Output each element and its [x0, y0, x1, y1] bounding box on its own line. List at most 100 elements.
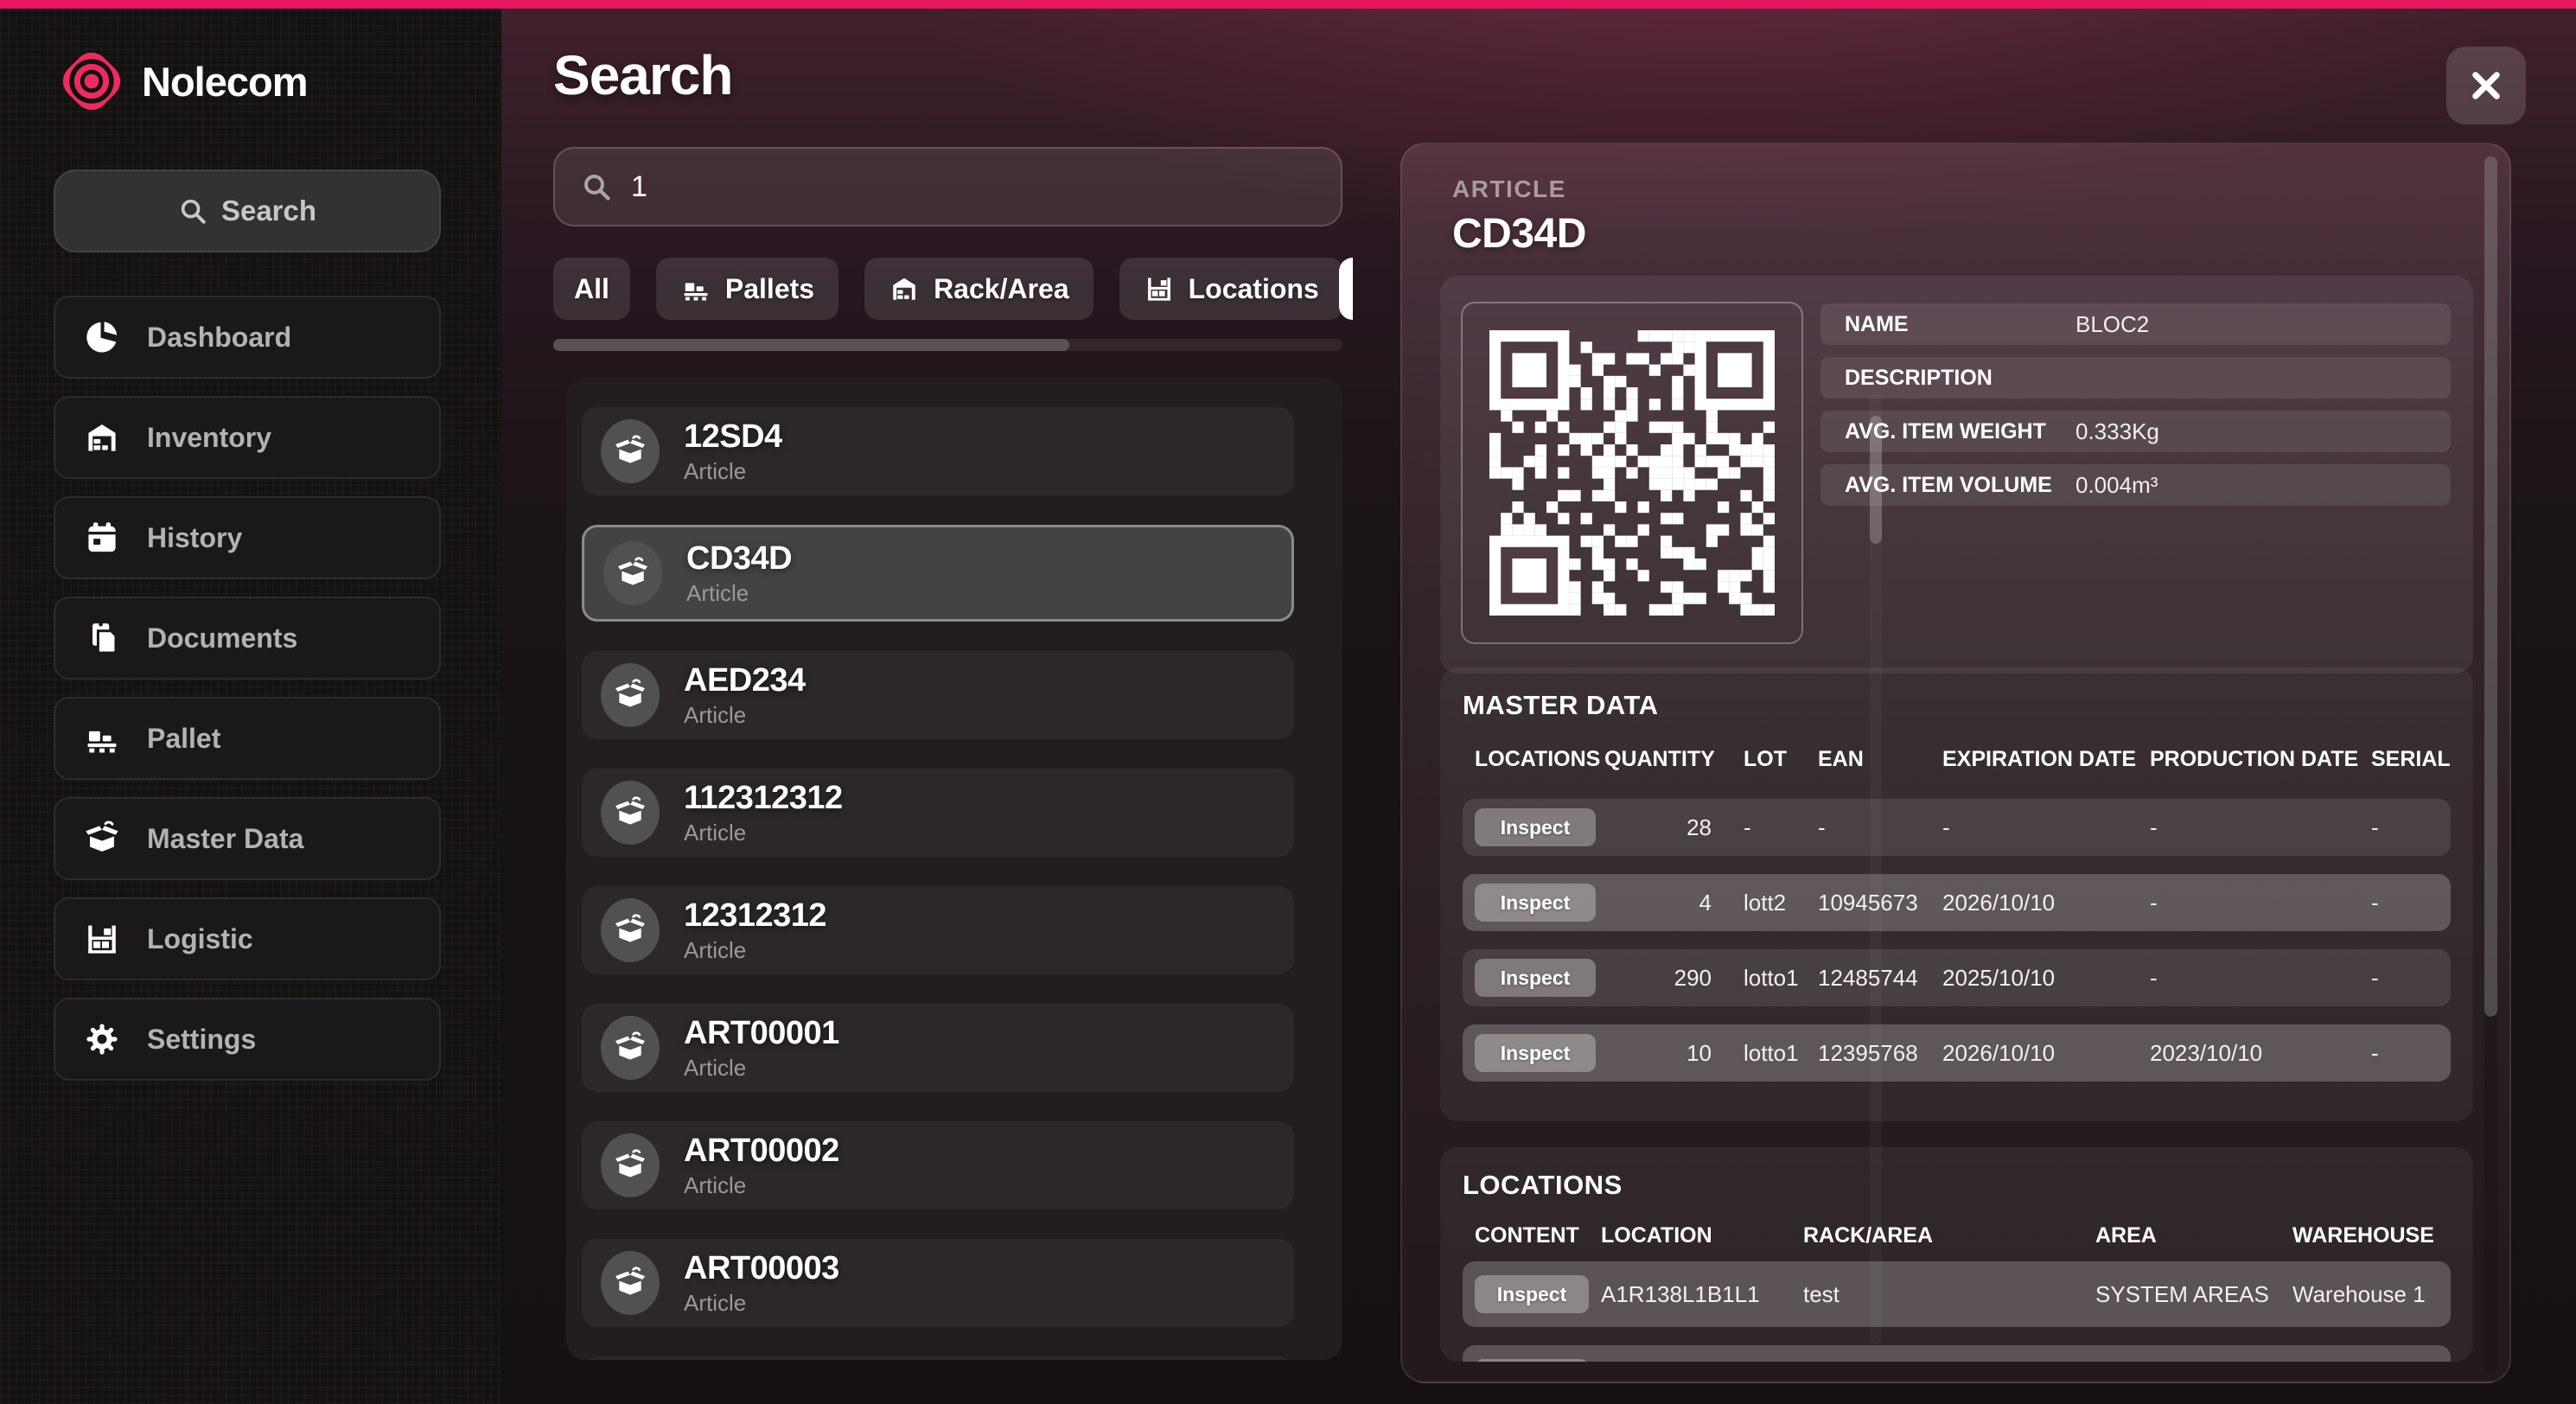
- result-subtitle: Article: [684, 820, 843, 846]
- cell-expiration-date: 2026/10/10: [1942, 890, 2150, 916]
- cell-production-date: 2023/10/10: [2150, 1040, 2371, 1067]
- scrollbar-thumb[interactable]: [553, 339, 1069, 351]
- locations-card: LOCATIONS CONTENTLOCATIONRACK/AREAAREAWA…: [1440, 1147, 2473, 1362]
- sidebar-item-inventory[interactable]: Inventory: [54, 396, 441, 479]
- sidebar-item-pallet[interactable]: Pallet: [54, 697, 441, 780]
- sidebar-item-label: Pallet: [147, 723, 220, 755]
- sidebar-item-logistic[interactable]: Logistic: [54, 897, 441, 980]
- locations-header-row: CONTENTLOCATIONRACK/AREAAREAWAREHOUSE: [1463, 1223, 2451, 1248]
- sidebar-nav: Dashboard Inventory History Documents Pa…: [54, 296, 441, 1081]
- open-box-icon: [615, 556, 650, 590]
- filter-chips: All Pallets Rack/Area Locations: [553, 258, 1353, 320]
- detail-vertical-scrollbar[interactable]: [2484, 156, 2497, 1373]
- search-icon: [581, 171, 612, 202]
- column-header: EXPIRATION DATE: [1942, 747, 2150, 772]
- scrollbar-thumb[interactable]: [2484, 156, 2497, 1017]
- search-result-item[interactable]: ART00002 Article: [582, 1121, 1294, 1209]
- master-data-row: Inspect 4 lott2 10945673 2026/10/10 - -: [1463, 874, 2451, 931]
- cell-expiration-date: 2026/10/10: [1942, 1040, 2150, 1067]
- filter-chip-pallets[interactable]: Pallets: [656, 258, 838, 320]
- main-area: Search All Pallets Rack/Area Locations 1…: [501, 9, 2576, 1404]
- location-row-clipped: Inspect: [1463, 1345, 2451, 1362]
- cell-area: SYSTEM AREAS: [2095, 1281, 2292, 1308]
- search-result-item[interactable]: 112312312 Article: [582, 769, 1294, 857]
- location-row: Inspect A1R138L1B1L1 test SYSTEM AREAS W…: [1463, 1261, 2451, 1327]
- top-accent-bar: [0, 0, 2576, 9]
- master-data-row: Inspect 28 - - - - -: [1463, 799, 2451, 856]
- column-header: AREA: [2095, 1223, 2292, 1248]
- filter-chip-label: Locations: [1189, 273, 1319, 305]
- sidebar-item-documents[interactable]: Documents: [54, 597, 441, 680]
- clipped-active-filter-chip[interactable]: [1339, 258, 1353, 320]
- open-box-icon: [613, 795, 647, 830]
- master-data-title: MASTER DATA: [1463, 690, 1659, 721]
- filters-horizontal-scrollbar[interactable]: [553, 339, 1342, 351]
- search-result-item[interactable]: CD34D Article: [582, 525, 1294, 622]
- result-title: 112312312: [684, 780, 843, 817]
- search-result-item[interactable]: ART00003 Article: [582, 1239, 1294, 1327]
- page-title: Search: [553, 43, 732, 107]
- search-results-list: 12SD4 Article CD34D Article AED234 Artic…: [566, 378, 1342, 1360]
- inspect-button[interactable]: Inspect: [1475, 884, 1596, 922]
- result-subtitle: Article: [684, 937, 826, 964]
- inspect-button[interactable]: Inspect: [1475, 1275, 1589, 1313]
- article-field-row: AVG. ITEM VOLUME 0.004m³: [1820, 464, 2451, 506]
- detail-article-title: CD34D: [1452, 210, 1586, 258]
- cell-quantity: 290: [1674, 965, 1712, 992]
- column-header: SERIAL: [2371, 747, 2451, 772]
- search-result-item[interactable]: AED234 Article: [582, 651, 1294, 739]
- master-data-card: MASTER DATA LOCATIONSQUANTITYLOTEANEXPIR…: [1440, 667, 2473, 1121]
- filter-chip-locations[interactable]: Locations: [1119, 258, 1343, 320]
- result-subtitle: Article: [684, 1172, 839, 1199]
- inspect-button[interactable]: Inspect: [1475, 1034, 1596, 1072]
- result-title: CD34D: [686, 540, 792, 578]
- filter-chip-label: All: [574, 273, 609, 305]
- cell-lot: lott2: [1712, 890, 1818, 916]
- inspect-button[interactable]: Inspect: [1475, 808, 1596, 846]
- cell-ean: 12485744: [1818, 965, 1942, 992]
- cell-rack-area: test: [1803, 1281, 2095, 1308]
- cell-lot: lotto1: [1712, 965, 1818, 992]
- sidebar-item-history[interactable]: History: [54, 496, 441, 579]
- cell-serial: -: [2371, 965, 2439, 992]
- result-subtitle: Article: [684, 1290, 839, 1317]
- search-input[interactable]: [631, 170, 1315, 204]
- sidebar-item-master-data[interactable]: Master Data: [54, 797, 441, 880]
- close-button[interactable]: [2446, 47, 2526, 124]
- master-data-header-row: LOCATIONSQUANTITYLOTEANEXPIRATION DATEPR…: [1463, 747, 2451, 772]
- result-avatar: [601, 419, 660, 483]
- field-label: NAME: [1845, 312, 1909, 337]
- inspect-button[interactable]: Inspect: [1475, 959, 1596, 997]
- article-summary-card: NAME BLOC2 DESCRIPTION AVG. ITEM WEIGHT …: [1440, 276, 2473, 673]
- article-detail-panel: ARTICLE CD34D NAME BLOC2 DESCRIPTION AVG…: [1400, 143, 2511, 1383]
- search-result-item[interactable]: ART00001 Article: [582, 1004, 1294, 1092]
- filter-chip-label: Rack/Area: [934, 273, 1069, 305]
- cell-production-date: -: [2150, 890, 2371, 916]
- cell-lot: -: [1712, 814, 1818, 841]
- pallet-icon: [680, 273, 711, 304]
- sidebar-item-dashboard[interactable]: Dashboard: [54, 296, 441, 379]
- cell-warehouse: Warehouse 1: [2292, 1281, 2439, 1308]
- sidebar-item-settings[interactable]: Settings: [54, 998, 441, 1081]
- filter-chip-all[interactable]: All: [553, 258, 630, 320]
- cell-ean: -: [1818, 814, 1942, 841]
- sidebar-item-label: History: [147, 522, 242, 554]
- result-subtitle: Article: [684, 1055, 839, 1082]
- sidebar-search-button[interactable]: Search: [54, 169, 441, 252]
- sidebar-item-label: Settings: [147, 1024, 256, 1056]
- cell-production-date: -: [2150, 814, 2371, 841]
- result-title: 12SD4: [684, 418, 782, 456]
- article-fields: NAME BLOC2 DESCRIPTION AVG. ITEM WEIGHT …: [1820, 303, 2451, 506]
- result-title: AED234: [684, 662, 806, 699]
- filter-chip-rack-area[interactable]: Rack/Area: [864, 258, 1094, 320]
- gear-icon: [83, 1020, 121, 1058]
- search-result-item[interactable]: 12312312 Article: [582, 886, 1294, 974]
- master-data-rows: Inspect 28 - - - - - Inspect 4 lott2 109…: [1463, 799, 2451, 1082]
- open-box-icon: [83, 820, 121, 858]
- inspect-button[interactable]: Inspect: [1475, 1359, 1589, 1362]
- field-label: DESCRIPTION: [1845, 366, 1993, 391]
- pallet-icon: [83, 719, 121, 757]
- search-result-item[interactable]: 12SD4 Article: [582, 407, 1294, 495]
- search-result-item-clipped[interactable]: [582, 1356, 1294, 1360]
- search-icon: [178, 196, 207, 226]
